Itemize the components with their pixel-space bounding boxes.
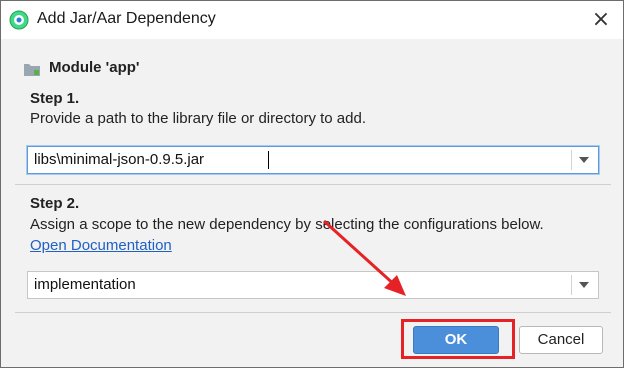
library-path-value: libs\minimal-json-0.9.5.jar bbox=[34, 151, 205, 168]
close-button[interactable]: × bbox=[589, 8, 613, 32]
cancel-button[interactable]: Cancel bbox=[519, 326, 603, 354]
chevron-down-icon[interactable] bbox=[579, 282, 589, 288]
module-label: Module 'app' bbox=[49, 59, 140, 76]
folder-module-icon bbox=[24, 64, 40, 76]
annotation-arrow bbox=[322, 219, 406, 296]
scope-value: implementation bbox=[34, 276, 136, 293]
step2-description: Assign a scope to the new dependency by … bbox=[30, 216, 544, 233]
combo-divider bbox=[571, 275, 572, 295]
step1-description: Provide a path to the library file or di… bbox=[30, 110, 367, 127]
close-icon: × bbox=[591, 7, 611, 32]
combo-divider bbox=[571, 150, 572, 170]
annotation-highlight-box bbox=[401, 319, 515, 359]
library-path-combo[interactable]: libs\minimal-json-0.9.5.jar bbox=[27, 146, 599, 174]
text-caret bbox=[268, 151, 269, 169]
add-dependency-dialog: Add Jar/Aar Dependency × Module 'app' St… bbox=[0, 0, 624, 368]
separator bbox=[15, 312, 611, 313]
android-studio-icon bbox=[9, 10, 29, 30]
title-bar: Add Jar/Aar Dependency × bbox=[1, 1, 623, 39]
scope-combo[interactable]: implementation bbox=[27, 271, 599, 299]
chevron-down-icon[interactable] bbox=[579, 157, 589, 163]
step2-title: Step 2. bbox=[30, 195, 80, 212]
dialog-title: Add Jar/Aar Dependency bbox=[37, 10, 216, 27]
step1-title: Step 1. bbox=[30, 90, 80, 107]
separator bbox=[15, 184, 611, 185]
open-documentation-link[interactable]: Open Documentation bbox=[30, 237, 172, 254]
